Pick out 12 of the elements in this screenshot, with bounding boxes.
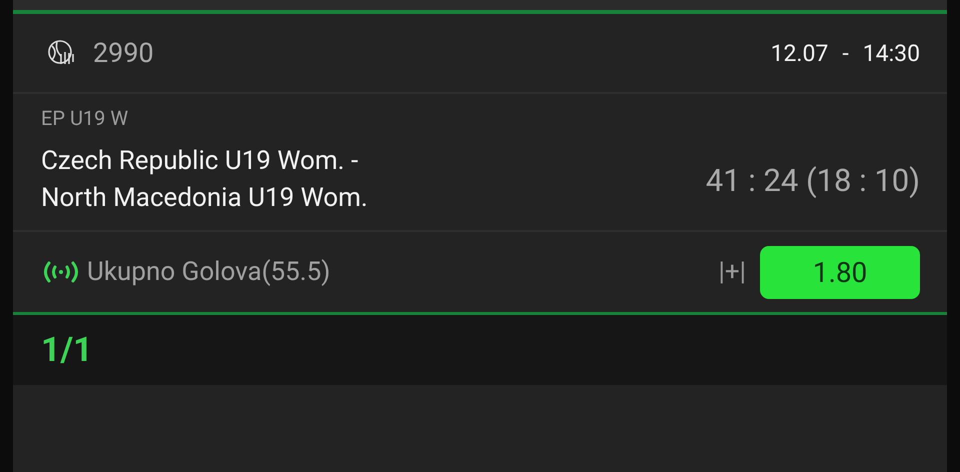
event-code: 2990: [93, 37, 155, 69]
ticket-count: 1/1: [41, 330, 93, 370]
team-name: Czech Republic U19 Wom. -: [41, 145, 360, 178]
date-separator: -: [842, 40, 849, 66]
event-date: 12.07: [770, 40, 828, 66]
market-label: Ukupno Golova(55.5): [87, 257, 332, 287]
event-time: 14:30: [862, 40, 920, 66]
odd-button[interactable]: 1.80: [760, 246, 920, 298]
team-name: North Macedonia U19 Wom.: [41, 182, 369, 215]
match-score: 41 : 24 (18 : 10): [706, 162, 920, 198]
pick-label: |+|: [718, 257, 746, 287]
league-name: EP U19 W: [40, 105, 130, 130]
